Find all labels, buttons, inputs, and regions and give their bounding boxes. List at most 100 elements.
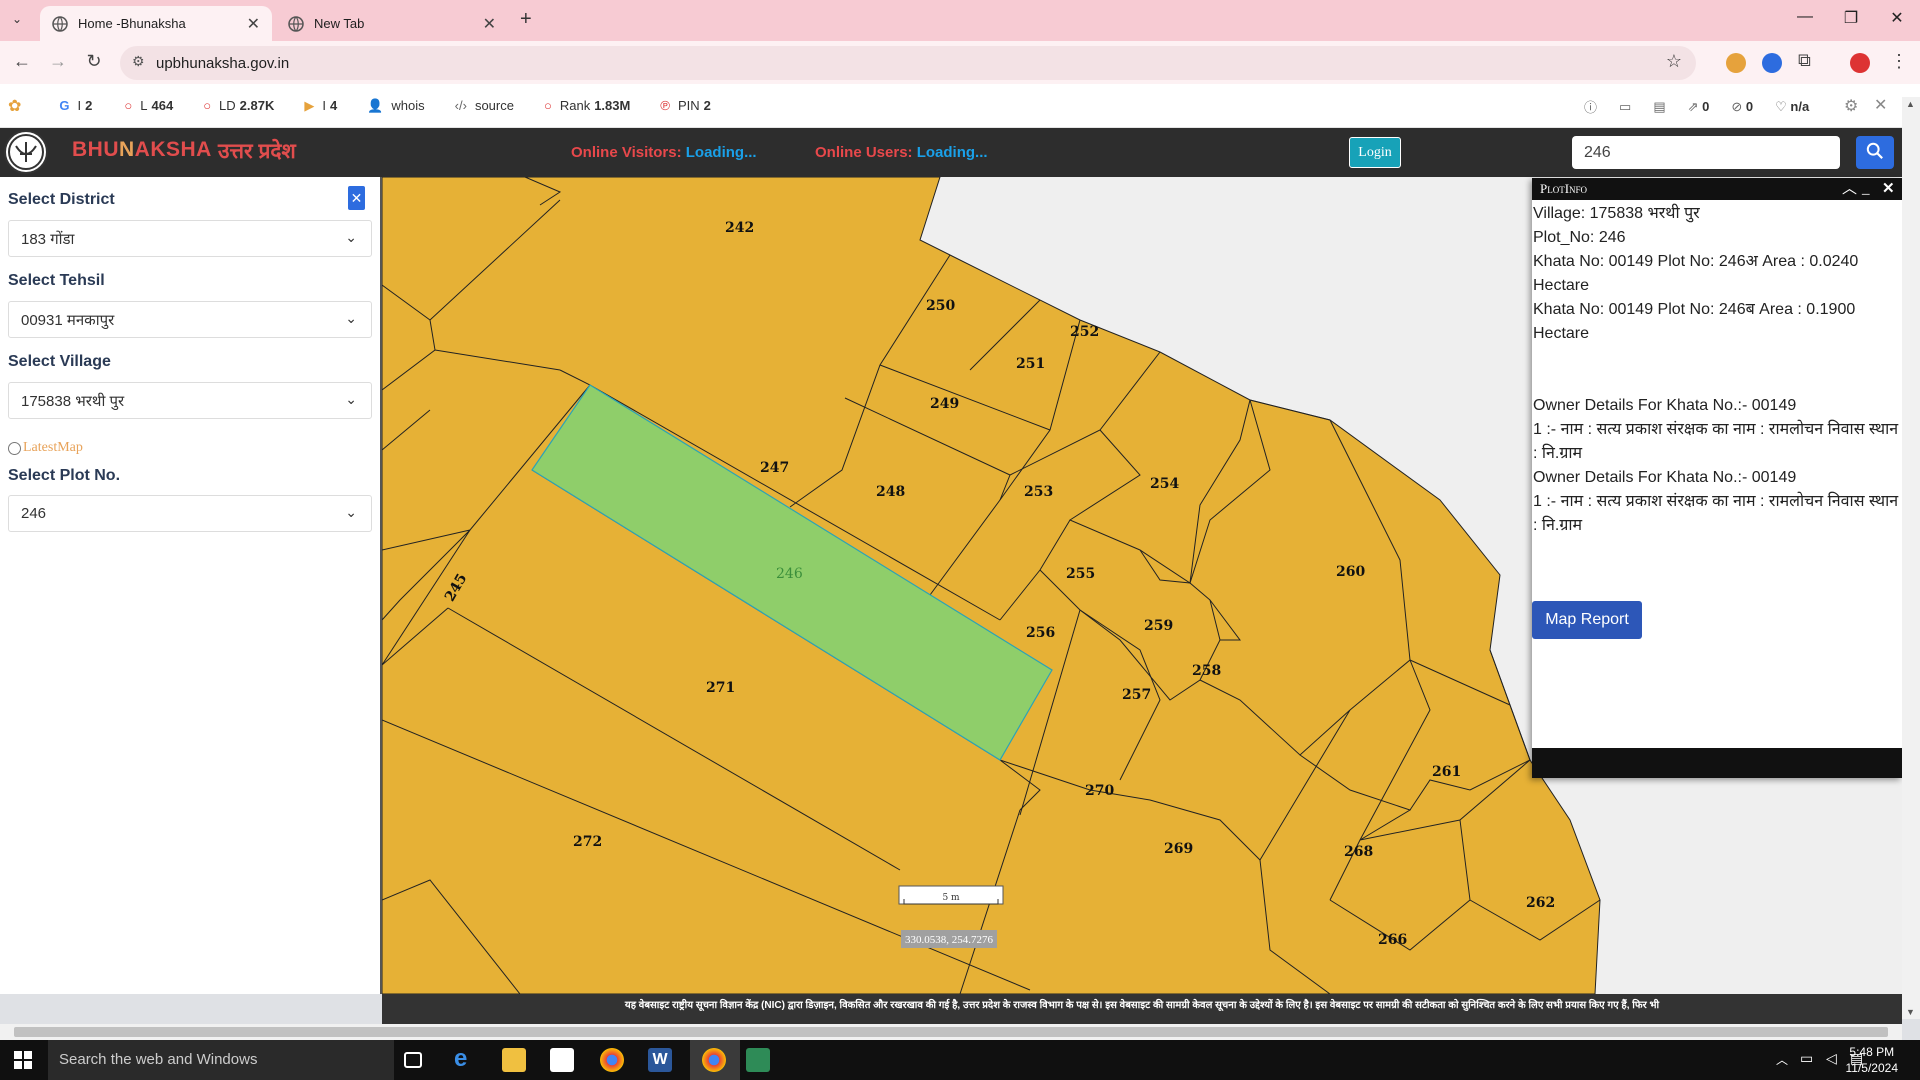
plot-label-270[interactable]: 270 [1085, 783, 1114, 799]
notepad-icon[interactable] [746, 1048, 770, 1072]
close-plot-info-icon[interactable]: ✕ [1882, 178, 1895, 200]
tray-chevron-icon[interactable]: ︿ [1776, 1051, 1788, 1068]
chrome-icon[interactable] [600, 1048, 624, 1072]
task-view-icon[interactable] [404, 1052, 422, 1068]
plot-info-footer [1532, 748, 1902, 778]
horizontal-scrollbar[interactable] [0, 1024, 1902, 1040]
clock-time: 5:48 PM [1849, 1045, 1895, 1059]
ext-linking-domains[interactable]: ○ LD 2.87K [203, 98, 274, 113]
plot-label-255[interactable]: 255 [1066, 566, 1095, 582]
address-bar-row: ← → ↻ ⚙ upbhunaksha.gov.in ☆ ⧉ ⋮ [0, 41, 1920, 84]
plot-label-268[interactable]: 268 [1344, 844, 1373, 860]
plot-label-251[interactable]: 251 [1016, 356, 1045, 372]
close-panel-button[interactable]: ✕ [348, 186, 365, 210]
plot-label-254[interactable]: 254 [1150, 476, 1179, 492]
horizontal-scroll-thumb[interactable] [14, 1027, 1888, 1037]
site-info-icon[interactable]: ⚙ [132, 53, 145, 70]
plot-label-252[interactable]: 252 [1070, 324, 1099, 340]
reload-icon[interactable]: ↻ [82, 51, 106, 72]
page-icon[interactable]: ▭ [1619, 99, 1631, 115]
settings-gear-icon[interactable]: ⚙ [1844, 96, 1858, 116]
plot-label-266[interactable]: 266 [1378, 932, 1407, 948]
url-field[interactable]: ⚙ upbhunaksha.gov.in ☆ [120, 46, 1696, 80]
search-button[interactable] [1856, 136, 1894, 169]
ext-links[interactable]: ○ L 464 [124, 98, 173, 113]
links-icon[interactable]: ⇗ 0 [1688, 99, 1710, 115]
plot-label-258[interactable]: 258 [1192, 663, 1221, 679]
close-tab-icon[interactable]: ✕ [483, 14, 496, 34]
nofollow-icon[interactable]: ♡ n/a [1775, 99, 1809, 115]
word-icon[interactable]: W [648, 1048, 672, 1072]
tab-bhunaksha[interactable]: Home -Bhunaksha ✕ [40, 6, 272, 41]
plot-label-272[interactable]: 272 [573, 834, 602, 850]
latest-map-radio[interactable]: LatestMap [8, 440, 83, 456]
images-icon[interactable]: ⊘ 0 [1731, 99, 1753, 115]
info-owner-2: 1 :- नाम : सत्य प्रकाश संरक्षक का नाम : … [1533, 493, 1899, 534]
plot-label-242[interactable]: 242 [725, 220, 754, 236]
active-chrome-task[interactable] [690, 1040, 740, 1080]
edge-icon[interactable]: e [454, 1047, 478, 1072]
circle-icon: ○ [124, 98, 133, 113]
collapse-icon[interactable]: ︿ [1842, 178, 1857, 200]
doc-icon[interactable]: ▤ [1653, 99, 1665, 115]
scroll-up-icon[interactable]: ▲ [1906, 99, 1915, 109]
ext-rank[interactable]: ○ Rank 1.83M [544, 98, 630, 113]
plot-label-246[interactable]: 246 [776, 566, 803, 582]
ext-pinterest[interactable]: ℗ PIN 2 [660, 98, 711, 113]
extension-blue-icon[interactable] [1762, 53, 1782, 73]
new-tab-plus-icon[interactable]: + [520, 8, 532, 31]
plot-search-input[interactable] [1572, 136, 1840, 169]
volume-icon[interactable]: ◁ [1826, 1050, 1837, 1067]
taskbar-search-box[interactable]: Search the web and Windows [48, 1040, 394, 1080]
plot-label-260[interactable]: 260 [1336, 564, 1365, 580]
store-icon[interactable] [550, 1048, 574, 1072]
village-label: Select Village [8, 353, 111, 370]
extensions-puzzle-icon[interactable]: ⧉ [1798, 50, 1811, 71]
close-extension-bar-icon[interactable]: ✕ [1874, 95, 1887, 115]
close-tab-icon[interactable]: ✕ [247, 14, 260, 34]
map-report-button[interactable]: Map Report [1532, 601, 1642, 639]
windows-start-icon[interactable] [14, 1051, 32, 1069]
plot-label-257[interactable]: 257 [1122, 687, 1151, 703]
login-button[interactable]: Login [1349, 137, 1401, 168]
browser-menu-icon[interactable]: ⋮ [1890, 51, 1908, 72]
ext-google-index[interactable]: GI2 [59, 98, 92, 113]
plot-label-271[interactable]: 271 [706, 680, 735, 696]
network-icon[interactable]: ▭ [1800, 1050, 1813, 1067]
plot-select[interactable]: 246 ⌄ [8, 495, 372, 532]
plot-label-261[interactable]: 261 [1432, 764, 1461, 780]
taskbar-clock[interactable]: 5:48 PM 11/5/2024 [1846, 1044, 1899, 1076]
plot-label-256[interactable]: 256 [1026, 625, 1055, 641]
tehsil-select[interactable]: 00931 मनकापुर ⌄ [8, 301, 372, 338]
plot-label-248[interactable]: 248 [876, 484, 905, 500]
tab-search-chevron-icon[interactable]: ⌄ [12, 12, 22, 26]
extension-flower-icon[interactable] [1726, 53, 1746, 73]
district-select[interactable]: 183 गोंडा ⌄ [8, 220, 372, 257]
restore-icon[interactable]: ❐ [1831, 8, 1871, 28]
bookmark-star-icon[interactable]: ☆ [1666, 51, 1682, 72]
minimize-panel-icon[interactable]: _ [1862, 178, 1870, 200]
window-close-icon[interactable]: ✕ [1877, 8, 1917, 28]
profile-avatar-icon[interactable] [1850, 53, 1870, 73]
plot-label-249[interactable]: 249 [930, 396, 959, 412]
scroll-down-icon[interactable]: ▼ [1906, 1007, 1915, 1017]
ext-whois[interactable]: 👤 whois [367, 98, 424, 114]
info-icon[interactable]: ⓘ [1584, 97, 1597, 116]
selection-panel: ✕ Select District 183 गोंडा ⌄ Select Tehs… [0, 177, 382, 994]
plot-label-269[interactable]: 269 [1164, 841, 1193, 857]
minimize-icon[interactable]: — [1785, 8, 1825, 26]
plot-label-259[interactable]: 259 [1144, 618, 1173, 634]
plot-label-250[interactable]: 250 [926, 298, 955, 314]
plot-label-253[interactable]: 253 [1024, 484, 1053, 500]
forward-arrow-icon[interactable]: → [46, 51, 70, 72]
ext-bing-index[interactable]: ▶ I 4 [304, 98, 337, 114]
vertical-scrollbar[interactable]: ▲ ▼ [1902, 97, 1920, 1019]
plot-label-262[interactable]: 262 [1526, 895, 1555, 911]
village-select[interactable]: 175838 भरथी पुर ⌄ [8, 382, 372, 419]
globe-icon [52, 15, 68, 32]
plot-label-247[interactable]: 247 [760, 460, 789, 476]
file-explorer-icon[interactable] [502, 1048, 526, 1072]
back-arrow-icon[interactable]: ← [10, 51, 34, 72]
tab-new-tab[interactable]: New Tab ✕ [276, 6, 508, 41]
ext-source[interactable]: ‹/› source [455, 98, 514, 113]
